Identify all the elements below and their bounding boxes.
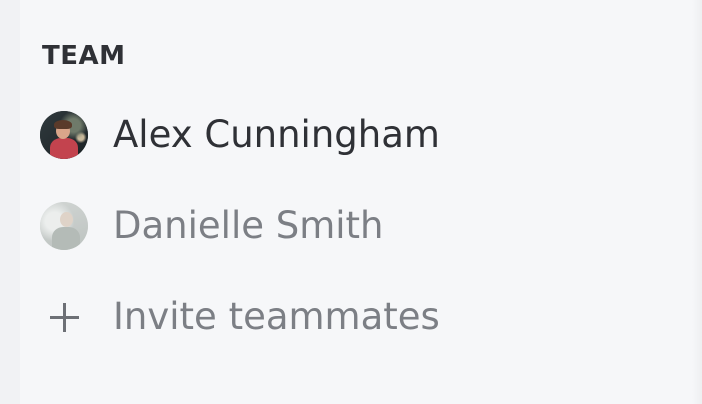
- plus-icon: [40, 293, 88, 341]
- team-sidebar: TEAM Alex Cunningham Danielle Smith Invi…: [0, 0, 702, 404]
- avatar: [40, 202, 88, 250]
- invite-teammates-label: Invite teammates: [113, 295, 440, 338]
- team-member-danielle[interactable]: Danielle Smith: [40, 198, 384, 254]
- avatar: [40, 111, 88, 159]
- team-section-title: TEAM: [42, 41, 126, 71]
- team-member-name: Alex Cunningham: [113, 113, 440, 156]
- team-member-alex[interactable]: Alex Cunningham: [40, 107, 440, 163]
- team-member-name: Danielle Smith: [113, 204, 384, 247]
- invite-teammates-button[interactable]: Invite teammates: [40, 289, 440, 345]
